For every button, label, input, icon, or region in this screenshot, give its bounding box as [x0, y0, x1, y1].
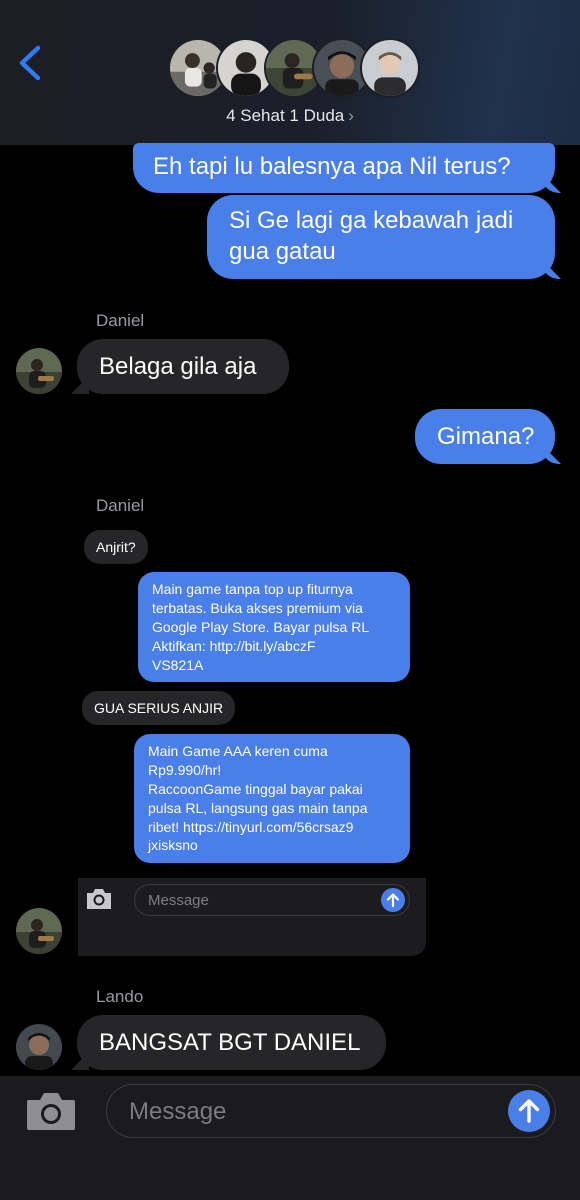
message-text: Google Play Store. Bayar pulsa RL: [152, 618, 370, 635]
message-text: ribet! https://tinyurl.com/56crsaz9: [148, 818, 354, 835]
embedded-message-input: Message: [134, 884, 410, 916]
incoming-message[interactable]: BANGSAT BGT DANIEL: [77, 1015, 386, 1070]
message-text: jxisksno: [148, 837, 198, 854]
message-text: Main game tanpa top up fiturnya: [152, 581, 353, 597]
message-text: Si Ge lagi ga kebawah jadi: [229, 207, 514, 234]
chevron-right-icon: ›: [348, 106, 354, 125]
message-text: RaccoonGame tinggal bayar pakai: [148, 780, 363, 797]
incoming-message[interactable]: Belaga gila aja: [77, 339, 289, 394]
message-input[interactable]: Message: [106, 1084, 556, 1138]
send-button[interactable]: [508, 1090, 550, 1132]
message-text: gua gatau: [229, 238, 336, 265]
placeholder-text: Message: [148, 892, 209, 909]
avatar: [360, 38, 420, 98]
outgoing-message[interactable]: Eh tapi lu balesnya apa Nil terus?: [133, 143, 555, 193]
message-text: VS821A: [152, 656, 204, 673]
sender-name: Daniel: [96, 496, 145, 515]
message-text: Rp9.990/hr!: [148, 761, 222, 778]
message-text: Belaga gila aja: [99, 353, 257, 380]
message-text: Eh tapi lu balesnya apa Nil terus?: [153, 153, 511, 180]
outgoing-message[interactable]: Gimana?: [415, 409, 555, 464]
sender-name: Lando: [96, 987, 144, 1006]
message-text: Anjrit?: [96, 539, 136, 555]
chevron-left-icon[interactable]: [14, 42, 48, 84]
outgoing-message[interactable]: Si Ge lagi ga kebawah jadi gua gatau: [207, 195, 555, 279]
message-text: Gimana?: [437, 423, 535, 450]
message-text: BANGSAT BGT DANIEL: [99, 1029, 361, 1056]
embedded-outgoing-message: Main game tanpa top up fiturnya terbatas…: [138, 572, 410, 682]
embedded-incoming-message: GUA SERIUS ANJIR: [82, 691, 236, 726]
message-text: terbatas. Buka akses premium via: [152, 599, 363, 616]
sender-name: Daniel: [96, 311, 145, 330]
camera-icon[interactable]: [25, 1090, 77, 1132]
group-name-label: 4 Sehat 1 Duda: [226, 106, 345, 125]
embedded-outgoing-message: Main Game AAA keren cuma Rp9.990/hr! Rac…: [134, 734, 410, 863]
message-text: pulsa RL, langsung gas main tanpa: [148, 799, 368, 816]
arrow-up-icon: [518, 1099, 540, 1123]
embedded-incoming-message: Anjrit?: [84, 530, 148, 565]
conversation-header: 4 Sehat 1 Duda ›: [0, 0, 580, 145]
avatar[interactable]: [16, 1024, 62, 1070]
group-name[interactable]: 4 Sehat 1 Duda ›: [0, 106, 580, 126]
message-text: Aktifkan: http://bit.ly/abczF: [152, 637, 316, 654]
avatar[interactable]: [16, 908, 62, 954]
message-text: GUA SERIUS ANJIR: [94, 700, 224, 716]
camera-icon: [87, 889, 111, 909]
arrow-up-icon: [381, 888, 405, 912]
avatar[interactable]: [16, 348, 62, 394]
group-avatars[interactable]: [168, 38, 420, 100]
message-text: Main Game AAA keren cuma: [148, 743, 328, 759]
placeholder-text: Message: [129, 1098, 227, 1125]
